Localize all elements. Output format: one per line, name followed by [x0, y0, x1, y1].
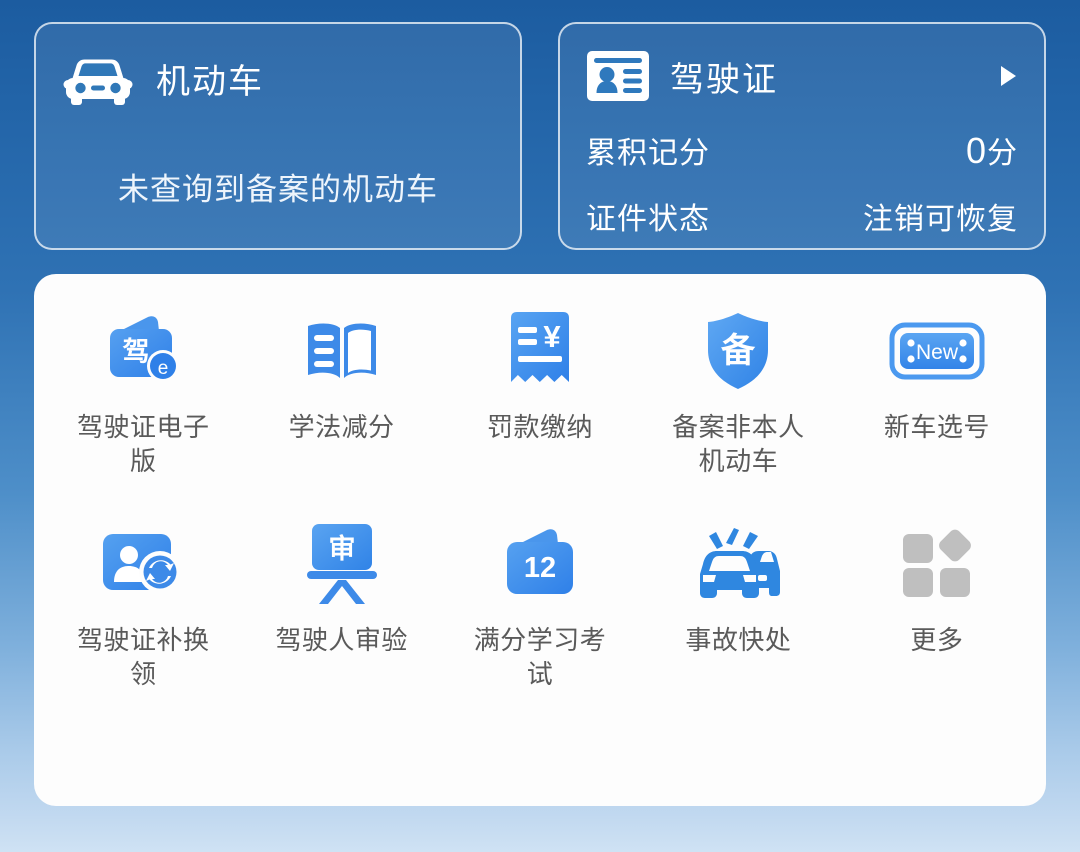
driver-license-summary-card[interactable]: 驾驶证 累积记分 0分 证件状态 注销可恢复 [558, 22, 1046, 250]
svg-text:New: New [916, 341, 959, 364]
shield-record-icon: 备 [693, 308, 783, 394]
license-card-header: 驾驶证 [586, 50, 1018, 102]
license-status-label: 证件状态 [586, 203, 710, 236]
svg-text:e: e [158, 358, 169, 379]
license-status-row: 证件状态 注销可恢复 [586, 194, 1018, 238]
vehicle-card-header: 机动车 [62, 50, 494, 106]
service-label: 新车选号 [883, 412, 990, 442]
service-label: 驾驶人审验 [275, 624, 408, 655]
accident-cars-icon [693, 521, 783, 607]
car-icon [62, 50, 134, 106]
svg-text:12: 12 [524, 552, 556, 584]
svg-text:¥: ¥ [543, 319, 561, 354]
vehicle-summary-card[interactable]: 机动车 未查询到备案的机动车 [34, 22, 522, 250]
svg-text:审: 审 [328, 533, 355, 564]
license-card-title: 驾驶证 [670, 60, 778, 99]
service-label: 罚款缴纳 [487, 412, 594, 442]
new-plate-icon: New [889, 308, 985, 394]
svg-text:备: 备 [721, 332, 756, 370]
driver-review-board-icon: 审 [297, 521, 387, 607]
license-points-value: 0分 [966, 128, 1018, 172]
service-label: 事故快处 [685, 624, 792, 655]
service-item-license-replacement[interactable]: 驾驶证补换领 [44, 521, 242, 692]
service-item-record-non-owned-vehicle[interactable]: 备 备案非本人机动车 [639, 308, 837, 479]
service-item-fine-payment[interactable]: ¥ 罚款缴纳 [441, 308, 639, 479]
license-points-label: 累积记分 [586, 137, 710, 170]
service-item-full-score-exam[interactable]: 12 满分学习考试 [441, 521, 639, 692]
license-points-row: 累积记分 0分 [586, 128, 1018, 172]
service-item-driver-review[interactable]: 审 驾驶人审验 [242, 521, 440, 692]
vehicle-empty-text: 未查询到备案的机动车 [118, 172, 438, 207]
chevron-right-icon[interactable] [1001, 66, 1016, 86]
license-replace-icon [98, 521, 188, 607]
svg-text:驾: 驾 [123, 337, 150, 367]
service-item-accident-quick-handling[interactable]: 事故快处 [639, 521, 837, 692]
receipt-yuan-icon: ¥ [495, 308, 585, 394]
service-label: 学法减分 [288, 412, 395, 442]
open-book-icon [297, 308, 387, 394]
services-grid-row-2: 驾驶证补换领 审 驾驶人审验 12 满分学习考试 事故快处 更多 [44, 521, 1036, 692]
license-points-number: 0 [965, 130, 987, 171]
license-status-value: 注销可恢复 [863, 203, 1018, 236]
summary-cards-row: 机动车 未查询到备案的机动车 驾驶证 累积记分 0分 证件状态 注销可恢复 [0, 0, 1080, 250]
service-label: 更多 [910, 624, 964, 655]
id-card-icon [586, 50, 650, 102]
service-label: 备案非本人机动车 [672, 412, 805, 477]
service-label: 驾驶证补换领 [76, 624, 210, 689]
more-grid-icon [892, 521, 982, 607]
service-label: 满分学习考试 [473, 624, 607, 689]
license-points-unit: 分 [987, 137, 1018, 170]
service-item-more[interactable]: 更多 [838, 521, 1036, 692]
services-grid-row-1: 驾 e 驾驶证电子版 学法减分 ¥ 罚款缴纳 备 备案非本人机动车 New 新车… [44, 308, 1036, 479]
service-item-study-law-reduce-points[interactable]: 学法减分 [242, 308, 440, 479]
vehicle-card-title: 机动车 [156, 62, 264, 101]
driver-license-ecard-icon: 驾 e [98, 308, 188, 394]
services-grid-panel: 驾 e 驾驶证电子版 学法减分 ¥ 罚款缴纳 备 备案非本人机动车 New 新车… [34, 274, 1046, 806]
service-item-driver-license-ecard[interactable]: 驾 e 驾驶证电子版 [44, 308, 242, 479]
service-item-new-car-plate-selection[interactable]: New 新车选号 [838, 308, 1036, 479]
full-score-exam-icon: 12 [495, 521, 585, 607]
service-label: 驾驶证电子版 [76, 412, 210, 477]
